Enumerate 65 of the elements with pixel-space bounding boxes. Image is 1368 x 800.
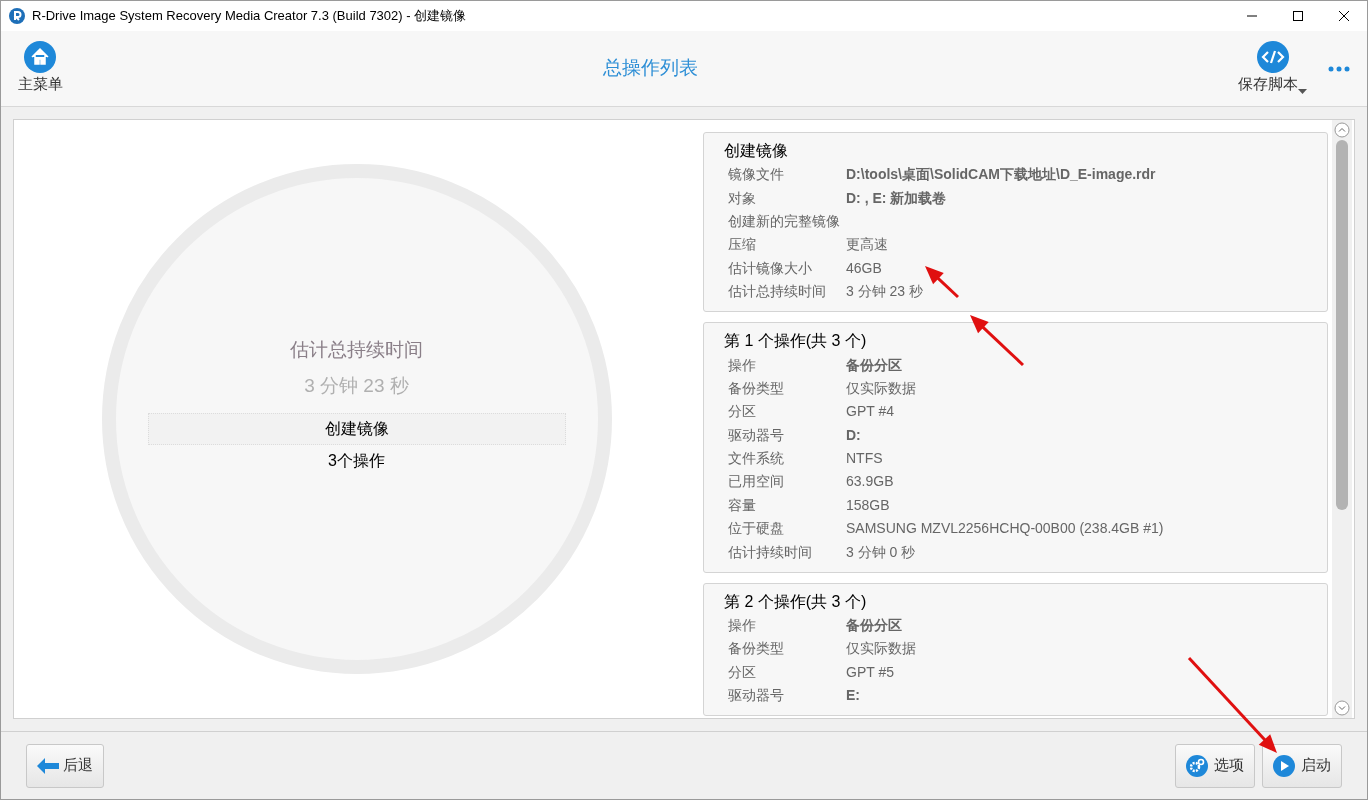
card-title: 创建镜像 <box>724 141 789 161</box>
field-label: 操作 <box>728 616 757 636</box>
code-icon <box>1256 41 1289 74</box>
caret-icon <box>1298 88 1307 95</box>
scroll-down-icon <box>1334 700 1350 716</box>
main-menu-button[interactable]: 主菜单 <box>17 41 63 96</box>
field-value: D: , E: 新加载卷 <box>846 188 947 208</box>
save-script-button[interactable]: 保存脚本 <box>1238 41 1307 96</box>
field-label: 备份类型 <box>728 378 785 398</box>
field-value: 3 分钟 23 秒 <box>846 282 924 302</box>
field-value: 46GB <box>846 258 882 278</box>
field-label: 分区 <box>728 402 757 422</box>
field-value: 仅实际数据 <box>846 639 916 659</box>
field-value: 更高速 <box>846 235 888 255</box>
field-label: 估计持续时间 <box>728 542 813 562</box>
field-value: E: <box>846 686 860 706</box>
arrow-left-icon <box>37 757 59 774</box>
field-label: 操作 <box>728 355 757 375</box>
field-value: 仅实际数据 <box>846 378 916 398</box>
field-label: 估计镜像大小 <box>728 258 813 278</box>
field-label: 驱动器号 <box>728 425 785 445</box>
window-title: R-Drive Image System Recovery Media Creator 7.3 (Build 7302) - 创建镜像 <box>32 7 467 26</box>
options-button[interactable]: 选项 <box>1175 743 1255 788</box>
duration-heading: 估计总持续时间 <box>290 337 423 362</box>
page-title: 总操作列表 <box>603 56 698 81</box>
field-value: 备份分区 <box>846 616 902 636</box>
field-label: 已用空间 <box>728 472 785 492</box>
more-icon <box>1328 65 1350 72</box>
duration-value: 3 分钟 23 秒 <box>304 374 409 398</box>
home-icon <box>24 41 56 74</box>
maximize-icon <box>1293 11 1303 21</box>
field-label: 创建新的完整镜像 <box>728 211 841 231</box>
field-value: GPT #5 <box>846 662 894 682</box>
play-icon <box>1273 754 1295 777</box>
scrollbar[interactable] <box>1332 120 1352 718</box>
field-label: 对象 <box>728 188 757 208</box>
field-label: 文件系统 <box>728 449 785 469</box>
scrollbar-thumb[interactable] <box>1336 140 1348 510</box>
field-label: 压缩 <box>728 235 757 255</box>
field-label: 分区 <box>728 662 757 682</box>
field-label: 驱动器号 <box>728 686 785 706</box>
field-label: 容量 <box>728 495 757 515</box>
field-value: 备份分区 <box>846 355 902 375</box>
scroll-up-icon <box>1334 122 1350 138</box>
field-label: 位于硬盘 <box>728 519 785 539</box>
app-logo-icon <box>9 8 25 24</box>
summary-list-item[interactable]: 创建镜像 <box>147 412 566 445</box>
field-label: 估计总持续时间 <box>728 282 827 302</box>
field-label: 备份类型 <box>728 639 785 659</box>
start-button[interactable]: 启动 <box>1262 743 1342 788</box>
field-value: 158GB <box>846 495 890 515</box>
back-button[interactable]: 后退 <box>26 743 104 788</box>
gears-icon <box>1186 754 1208 777</box>
field-value: 63.9GB <box>846 472 894 492</box>
card-title: 第 2 个操作(共 3 个) <box>724 591 868 612</box>
field-label: 镜像文件 <box>728 165 785 185</box>
summary-list-item[interactable]: 3个操作 <box>147 444 566 477</box>
field-value: D:\tools\桌面\SolidCAM下载地址\D_E-image.rdr <box>846 165 1156 185</box>
field-value: NTFS <box>846 449 883 469</box>
field-value: D: <box>846 425 861 445</box>
close-icon <box>1339 11 1349 21</box>
card-title: 第 1 个操作(共 3 个) <box>724 331 868 352</box>
field-value: GPT #4 <box>846 402 894 422</box>
field-value: SAMSUNG MZVL2256HCHQ-00B00 (238.4GB #1) <box>846 519 1164 539</box>
field-value: 3 分钟 0 秒 <box>846 542 916 562</box>
